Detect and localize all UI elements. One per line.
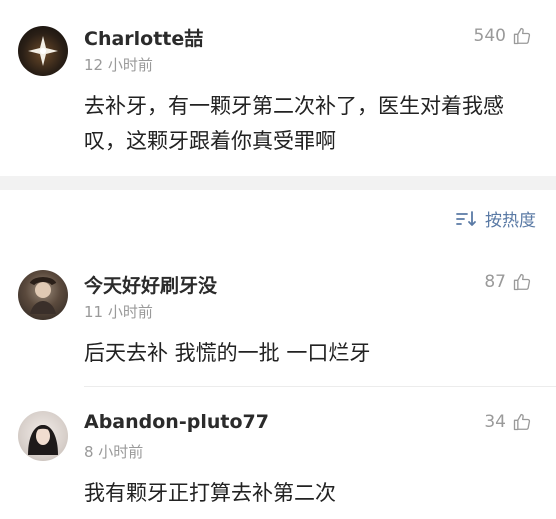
section-divider: [0, 176, 556, 190]
like-count: 34: [484, 412, 506, 432]
avatar[interactable]: [18, 26, 68, 76]
username[interactable]: 今天好好刷牙没: [84, 271, 217, 298]
timestamp: 11 小时前: [84, 303, 153, 321]
comment-text: 后天去补 我慌的一批 一口烂牙: [84, 341, 371, 365]
like-button[interactable]: 34: [484, 412, 532, 432]
girl-avatar-icon: [28, 425, 58, 455]
star-avatar-icon: [28, 36, 58, 66]
sort-label: 按热度: [485, 211, 536, 231]
avatar[interactable]: [18, 270, 68, 320]
thumbs-up-icon: [513, 413, 531, 431]
avatar[interactable]: [18, 411, 68, 461]
comment-text: 去补牙，有一颗牙第二次补了，医生对着我感叹，这颗牙跟着你真受罪啊: [84, 94, 504, 153]
thumbs-up-icon: [513, 27, 531, 45]
like-count: 540: [473, 26, 506, 46]
sort-toggle[interactable]: 按热度: [455, 206, 536, 231]
like-count: 87: [484, 272, 506, 292]
username[interactable]: Charlotte喆: [84, 24, 203, 51]
like-button[interactable]: 540: [474, 26, 532, 46]
timestamp: 8 小时前: [84, 443, 144, 461]
like-button[interactable]: 87: [484, 272, 532, 292]
timestamp: 12 小时前: [84, 56, 153, 74]
username[interactable]: Abandon-pluto77: [84, 411, 269, 433]
thumbs-up-icon: [513, 273, 531, 291]
sort-icon: [456, 210, 476, 226]
comment-text: 我有颗牙正打算去补第二次: [84, 481, 336, 505]
person-avatar-icon: [29, 277, 57, 314]
comment-item: Charlotte喆 12 小时前 540 去补牙，有一颗牙第二次补了，医生对着…: [0, 0, 556, 176]
comment-divider: [84, 386, 556, 387]
